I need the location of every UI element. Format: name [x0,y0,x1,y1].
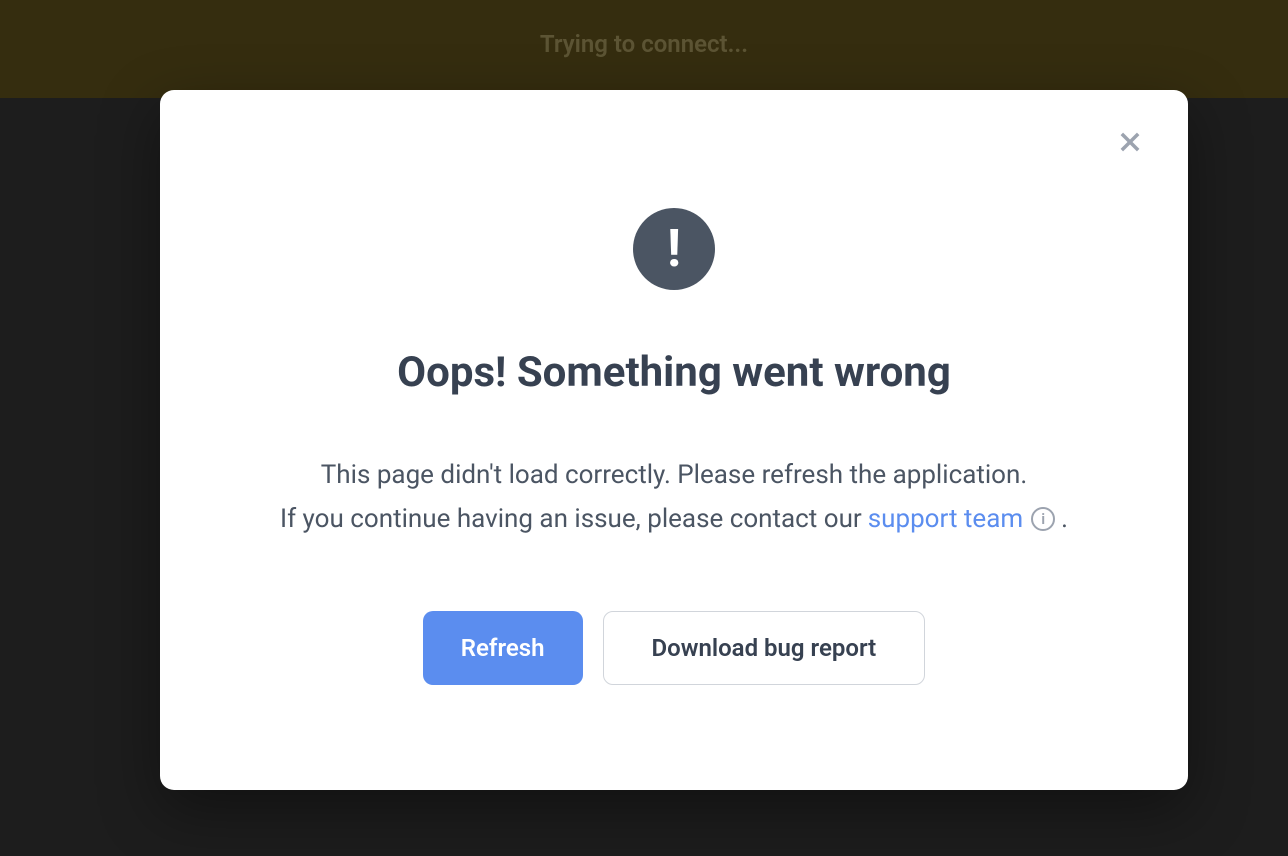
download-bug-report-button[interactable]: Download bug report [603,611,926,685]
modal-title: Oops! Something went wrong [397,348,951,397]
close-button[interactable] [1114,126,1146,158]
modal-body-line2: If you continue having an issue, please … [280,497,1068,541]
modal-body-line1: This page didn't load correctly. Please … [280,453,1068,497]
info-icon[interactable]: i [1031,507,1055,531]
modal-body: This page didn't load correctly. Please … [280,453,1068,541]
error-icon: ! [633,208,715,290]
modal-body-line2-prefix: If you continue having an issue, please … [280,497,862,541]
error-modal: ! Oops! Something went wrong This page d… [160,90,1188,790]
support-team-link[interactable]: support team [868,497,1023,541]
modal-button-row: Refresh Download bug report [423,611,926,685]
close-icon [1116,128,1144,156]
modal-body-line2-suffix: . [1061,497,1068,541]
exclamation-icon: ! [667,223,681,275]
refresh-button[interactable]: Refresh [423,611,583,685]
